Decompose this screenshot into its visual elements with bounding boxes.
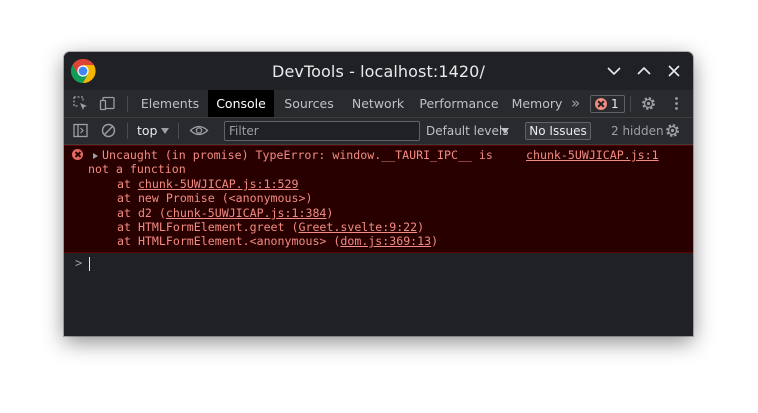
console-output[interactable]: Uncaught (in promise) TypeError: window.… xyxy=(64,145,693,336)
toolbar-divider xyxy=(127,123,128,139)
stack-frame-link[interactable]: chunk-5UWJICAP.js:1:529 xyxy=(138,177,299,191)
issues-button[interactable]: No Issues xyxy=(525,122,591,140)
console-filter-bar: top Default levels No Issues 2 hidden xyxy=(64,118,693,145)
chevron-up-icon[interactable] xyxy=(635,62,653,80)
stack-frame-link[interactable]: Greet.svelte:9:22 xyxy=(298,220,417,234)
inspect-element-icon[interactable] xyxy=(72,95,89,112)
error-source-link[interactable]: chunk-5UWJICAP.js:1 xyxy=(526,148,659,162)
expand-arrow-icon[interactable] xyxy=(93,153,98,159)
log-levels-dropdown[interactable]: Default levels xyxy=(426,118,508,144)
chevron-down-icon[interactable] xyxy=(501,128,509,134)
settings-gear-icon[interactable] xyxy=(664,122,681,139)
eye-icon[interactable] xyxy=(189,122,209,139)
close-icon[interactable] xyxy=(665,62,683,80)
error-text: Uncaught (in promise) TypeError: window.… xyxy=(102,148,493,162)
error-icon xyxy=(72,149,83,160)
chevron-down-icon[interactable] xyxy=(605,62,623,80)
stack-frame: at HTMLFormElement.<anonymous> (dom.js:3… xyxy=(117,234,439,248)
stack-frame: at HTMLFormElement.greet (Greet.svelte:9… xyxy=(117,220,425,234)
devtools-window: DevTools - localhost:1420/ Elements Cons… xyxy=(64,52,693,336)
stack-frame-link[interactable]: dom.js:369:13 xyxy=(340,234,431,248)
window-title: DevTools - localhost:1420/ xyxy=(272,62,485,81)
tab-memory[interactable]: Memory xyxy=(509,90,565,117)
toolbar-divider xyxy=(127,96,128,112)
chevron-down-icon[interactable] xyxy=(161,128,169,134)
console-prompt-icon: > xyxy=(75,256,83,270)
tab-elements[interactable]: Elements xyxy=(134,90,206,117)
tab-network[interactable]: Network xyxy=(346,90,410,117)
console-input-caret[interactable] xyxy=(89,257,90,271)
more-tabs-icon[interactable]: » xyxy=(571,90,580,117)
stack-frame: at chunk-5UWJICAP.js:1:529 xyxy=(117,177,299,191)
stack-frame: at d2 (chunk-5UWJICAP.js:1:384) xyxy=(117,206,334,220)
context-selector[interactable]: top xyxy=(137,118,157,144)
tab-performance[interactable]: Performance xyxy=(416,90,502,117)
tab-console[interactable]: Console xyxy=(208,90,274,117)
error-count-badge[interactable]: 1 xyxy=(590,95,625,113)
settings-gear-icon[interactable] xyxy=(640,95,657,112)
stack-frame: at new Promise (<anonymous>) xyxy=(117,191,313,205)
clear-console-icon[interactable] xyxy=(100,122,117,139)
filter-input[interactable] xyxy=(224,121,420,141)
panel-tab-bar: Elements Console Sources Network Perform… xyxy=(64,90,693,118)
toolbar-divider xyxy=(178,123,179,139)
title-bar: DevTools - localhost:1420/ xyxy=(64,52,693,90)
error-icon xyxy=(595,98,607,110)
sidebar-toggle-icon[interactable] xyxy=(72,122,89,139)
device-toolbar-icon[interactable] xyxy=(99,95,116,112)
stack-frame-link[interactable]: chunk-5UWJICAP.js:1:384 xyxy=(166,206,327,220)
hidden-messages-count: 2 hidden xyxy=(611,124,664,138)
kebab-menu-icon[interactable] xyxy=(668,95,685,112)
error-message[interactable]: Uncaught (in promise) TypeError: window.… xyxy=(64,145,693,253)
error-count: 1 xyxy=(611,97,619,111)
tab-sources[interactable]: Sources xyxy=(277,90,341,117)
error-text-continued: not a function xyxy=(88,162,186,176)
toolbar-divider xyxy=(630,96,631,112)
